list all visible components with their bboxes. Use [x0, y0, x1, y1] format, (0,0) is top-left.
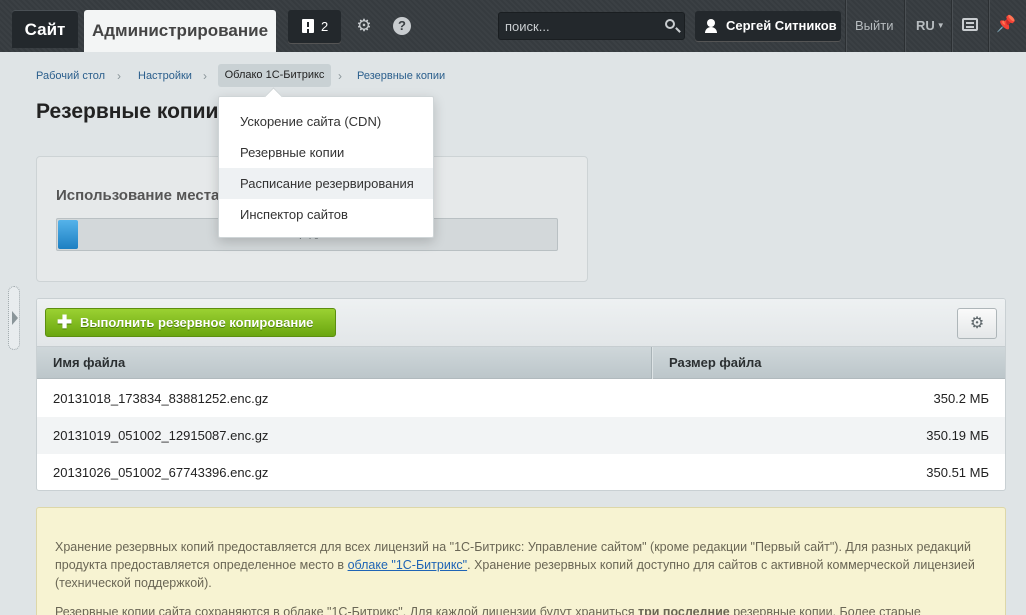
info-paragraph-2: Резервные копии сайта сохраняются в обла…: [55, 605, 921, 615]
column-header-file-name[interactable]: Имя файла: [53, 347, 125, 379]
notifications-button[interactable]: 2: [288, 10, 341, 43]
user-name: Сергей Ситников: [726, 18, 837, 33]
usage-label: Использование места:: [56, 187, 225, 204]
backups-grid: ✚ Выполнить резервное копирование ⚙ Имя …: [36, 298, 1006, 491]
pin-icon[interactable]: 📌: [996, 15, 1016, 35]
search-icon[interactable]: [665, 19, 675, 29]
search-box: [498, 12, 685, 40]
menu-item-backup-schedule[interactable]: Расписание резервирования: [219, 168, 433, 199]
run-backup-button[interactable]: ✚ Выполнить резервное копирование: [45, 308, 336, 337]
search-input[interactable]: [505, 18, 655, 35]
breadcrumb-desktop[interactable]: Рабочий стол: [36, 70, 105, 82]
info-paragraph-1: Хранение резервных копий предоставляется…: [55, 540, 975, 590]
table-row[interactable]: 20131018_173834_83881252.enc.gz 350.2 МБ: [37, 380, 1005, 417]
breadcrumb-settings[interactable]: Настройки: [138, 70, 192, 82]
tab-administration[interactable]: Администрирование: [84, 10, 276, 52]
file-size: 350.2 МБ: [933, 391, 989, 406]
language-label: RU: [916, 18, 935, 33]
top-bar: Сайт Администрирование 2 ⚙ ? Сергей Ситн…: [0, 0, 1026, 52]
language-select[interactable]: RU ▼: [916, 18, 945, 33]
help-icon[interactable]: ?: [393, 17, 411, 35]
chevron-right-icon: ›: [203, 69, 207, 83]
logout-link[interactable]: Выйти: [855, 18, 894, 33]
breadcrumb-cloud[interactable]: Облако 1С-Битрикс: [218, 64, 331, 87]
plus-icon: ✚: [57, 312, 73, 332]
keyboard-icon[interactable]: [962, 18, 978, 31]
menu-item-backups[interactable]: Резервные копии: [219, 137, 433, 168]
flag-icon: [302, 19, 314, 33]
notifications-count: 2: [321, 19, 329, 34]
table-row[interactable]: 20131026_051002_67743396.enc.gz 350.51 М…: [37, 454, 1005, 490]
grid-settings-button[interactable]: ⚙: [957, 308, 997, 339]
column-header-file-size[interactable]: Размер файла: [669, 347, 762, 379]
chevron-right-icon: [12, 311, 18, 325]
panel-toggle-handle[interactable]: [8, 286, 20, 350]
run-backup-label: Выполнить резервное копирование: [80, 315, 314, 330]
menu-item-cdn[interactable]: Ускорение сайта (CDN): [219, 106, 433, 137]
chevron-right-icon: ›: [338, 69, 342, 83]
file-name: 20131019_051002_12915087.enc.gz: [53, 428, 269, 443]
file-size: 350.19 МБ: [926, 428, 989, 443]
page-title: Резервные копии: [36, 100, 219, 123]
menu-item-site-inspector[interactable]: Инспектор сайтов: [219, 199, 433, 230]
gear-icon[interactable]: ⚙: [354, 16, 374, 36]
breadcrumb-backups[interactable]: Резервные копии: [357, 70, 445, 82]
gear-icon: ⚙: [969, 315, 985, 332]
grid-header: Имя файла Размер файла: [37, 347, 1005, 379]
file-size: 350.51 МБ: [926, 465, 989, 480]
chevron-right-icon: ›: [117, 69, 121, 83]
file-name: 20131018_173834_83881252.enc.gz: [53, 391, 269, 406]
table-row[interactable]: 20131019_051002_12915087.enc.gz 350.19 М…: [37, 417, 1005, 454]
chevron-down-icon: ▼: [936, 21, 945, 30]
breadcrumb-dropdown-menu: Ускорение сайта (CDN) Резервные копии Ра…: [218, 96, 434, 238]
grid-toolbar: ✚ Выполнить резервное копирование ⚙: [37, 299, 1005, 347]
file-name: 20131026_051002_67743396.enc.gz: [53, 465, 269, 480]
user-icon: [707, 19, 715, 27]
info-notice: Хранение резервных копий предоставляется…: [36, 507, 1006, 615]
tab-site[interactable]: Сайт: [12, 10, 78, 48]
user-button[interactable]: Сергей Ситников: [695, 11, 841, 41]
cloud-link[interactable]: облаке "1С-Битрикс": [348, 558, 468, 572]
